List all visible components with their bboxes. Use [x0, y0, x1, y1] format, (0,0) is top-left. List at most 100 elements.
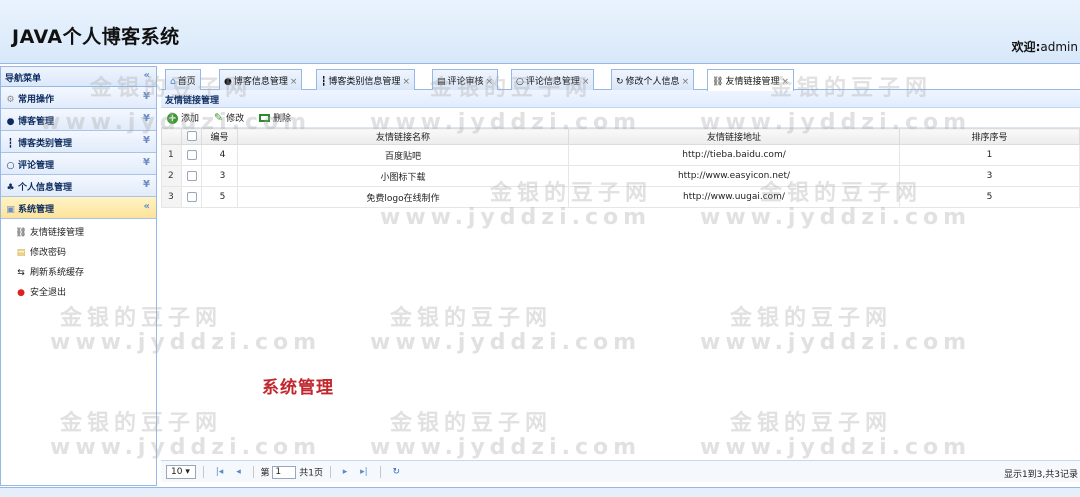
tab-label: 评论审核	[447, 77, 484, 87]
column-header-id[interactable]: 编号	[201, 128, 238, 145]
key-icon: ▤	[16, 248, 26, 258]
sidebar-section-system[interactable]: ▣ 系统管理 «	[1, 197, 156, 219]
select-all-checkbox[interactable]	[181, 128, 202, 145]
row-checkbox[interactable]	[181, 144, 202, 166]
sidebar-section-blog[interactable]: ● 博客管理 ¥	[1, 109, 156, 131]
tab-edit-profile[interactable]: ↻ 修改个人信息 ×	[611, 69, 695, 90]
sidebar-section-common[interactable]: ⚙ 常用操作 ¥	[1, 87, 156, 109]
next-page-icon[interactable]: ▸	[343, 467, 348, 477]
pagination-bar: 10 ▾ |◂ ◂ 第 1 共1页 ▸ ▸| ↻ 显示1到3,共3记录	[161, 460, 1080, 482]
table-row[interactable]: 3 5 免费logo在线制作 http://www.uugai.com/ 5	[161, 186, 1080, 208]
close-icon[interactable]: ×	[682, 77, 690, 87]
row-checkbox[interactable]	[181, 165, 202, 187]
collapse-sidebar-icon[interactable]: «	[144, 70, 150, 81]
user-icon: ♣	[6, 183, 15, 193]
close-icon[interactable]: ×	[582, 77, 590, 87]
cell-id: 3	[201, 165, 238, 187]
tab-comment-review[interactable]: ▤ 评论审核 ×	[432, 69, 499, 90]
sidebar-title: 导航菜单	[5, 74, 42, 84]
panel-title: 友情链接管理	[161, 90, 1080, 108]
blog-icon: ●	[6, 117, 15, 127]
delete-button[interactable]: 删除	[259, 111, 291, 124]
tab-home[interactable]: ⌂ 首页	[165, 69, 201, 90]
sidebar-item-friend-links[interactable]: ⛓ 友情链接管理	[15, 225, 156, 245]
pager-divider	[252, 466, 254, 478]
close-icon[interactable]: ×	[781, 77, 789, 87]
sidebar-header: 导航菜单 «	[1, 67, 156, 87]
chevron-down-icon: ¥	[143, 179, 150, 190]
pager-info: 显示1到3,共3记录	[1003, 470, 1078, 480]
overlay-caption: 系统管理	[262, 378, 334, 398]
comment-icon: ○	[6, 161, 15, 171]
sidebar-section-label: 个人信息管理	[18, 183, 73, 193]
sidebar-section-comment[interactable]: ○ 评论管理 ¥	[1, 153, 156, 175]
row-checkbox[interactable]	[181, 186, 202, 208]
sidebar-item-label: 刷新系统缓存	[30, 268, 85, 278]
sidebar-section-label: 博客管理	[18, 117, 55, 127]
cell-url: http://www.uugai.com/	[568, 186, 900, 208]
sidebar-section-category[interactable]: ┇ 博客类别管理 ¥	[1, 131, 156, 153]
tab-blog-category[interactable]: ┇ 博客类别信息管理 ×	[316, 69, 415, 90]
tab-bar: ⌂ 首页 ● 博客信息管理 × ┇ 博客类别信息管理 × ▤ 评论审核 × ○ 评论信息管理 × …	[161, 66, 1080, 91]
cell-order: 5	[899, 186, 1080, 208]
sidebar: 导航菜单 « ⚙ 常用操作 ¥ ● 博客管理 ¥ ┇ 博客类别管理 ¥ ○ 评论管理 ¥…	[0, 66, 157, 486]
close-icon[interactable]: ×	[402, 77, 410, 87]
cell-name: 免费logo在线制作	[237, 186, 569, 208]
close-icon[interactable]: ×	[486, 77, 494, 87]
close-icon[interactable]: ×	[290, 77, 298, 87]
pager-divider	[329, 466, 331, 478]
tab-comment-info[interactable]: ○ 评论信息管理 ×	[511, 69, 595, 90]
refresh-icon: ↻	[616, 77, 624, 87]
pager-divider	[379, 466, 381, 478]
row-number: 1	[161, 144, 182, 166]
system-submenu: ⛓ 友情链接管理 ▤ 修改密码 ⇆ 刷新系统缓存 ● 安全退出	[1, 219, 156, 305]
refresh-icon: ⇆	[17, 268, 25, 278]
tab-friend-links[interactable]: ⛓ 友情链接管理 ×	[707, 69, 794, 91]
blog-icon: ●	[224, 77, 232, 87]
rownum-header	[161, 128, 182, 145]
edit-label: 修改	[226, 114, 245, 124]
link-icon: ⛓	[712, 77, 724, 87]
sidebar-item-logout[interactable]: ● 安全退出	[15, 285, 156, 305]
last-page-icon[interactable]: ▸|	[360, 467, 368, 477]
cell-id: 5	[201, 186, 238, 208]
pager-divider	[202, 466, 204, 478]
tab-blog-info[interactable]: ● 博客信息管理 ×	[219, 69, 303, 90]
sidebar-item-change-password[interactable]: ▤ 修改密码	[15, 245, 156, 265]
page-label-after: 共1页	[299, 468, 323, 479]
sidebar-section-profile[interactable]: ♣ 个人信息管理 ¥	[1, 175, 156, 197]
table-row[interactable]: 2 3 小图标下载 http://www.easyicon.net/ 3	[161, 165, 1080, 187]
chevron-down-icon: ¥	[143, 91, 150, 102]
tab-label: 博客类别信息管理	[328, 77, 401, 87]
username: admin	[1040, 40, 1078, 54]
sidebar-section-label: 博客类别管理	[18, 139, 73, 149]
page-number-input[interactable]: 1	[272, 465, 297, 479]
column-header-url[interactable]: 友情链接地址	[568, 128, 900, 145]
add-button[interactable]: + 添加	[167, 111, 199, 124]
welcome-label: 欢迎:	[1011, 40, 1041, 54]
first-page-icon[interactable]: |◂	[216, 467, 224, 477]
sidebar-item-refresh-cache[interactable]: ⇆ 刷新系统缓存	[15, 265, 156, 285]
table-row[interactable]: 1 4 百度贴吧 http://tieba.baidu.com/ 1	[161, 144, 1080, 166]
column-header-name[interactable]: 友情链接名称	[237, 128, 569, 145]
footer-bar	[0, 487, 1080, 497]
sidebar-section-label: 评论管理	[18, 161, 55, 171]
tab-label: 博客信息管理	[233, 77, 288, 87]
table-header-row: 编号 友情链接名称 友情链接地址 排序序号	[161, 128, 1080, 145]
column-header-order[interactable]: 排序序号	[899, 128, 1080, 145]
sidebar-item-label: 安全退出	[30, 288, 67, 298]
chevron-down-icon: ¥	[143, 135, 150, 146]
delete-icon	[259, 114, 270, 122]
page-size-select[interactable]: 10 ▾	[166, 465, 196, 479]
page-label-before: 第	[260, 468, 270, 479]
chevron-down-icon: ¥	[143, 113, 150, 124]
tab-label: 修改个人信息	[625, 77, 680, 87]
edit-button[interactable]: ✎ 修改	[214, 111, 244, 124]
reload-icon[interactable]: ↻	[392, 467, 400, 477]
welcome-text: 欢迎:admin	[1012, 38, 1078, 55]
sidebar-section-label: 常用操作	[18, 95, 55, 105]
delete-label: 删除	[273, 114, 292, 124]
prev-page-icon[interactable]: ◂	[236, 467, 241, 477]
cell-name: 小图标下载	[237, 165, 569, 187]
chevron-down-icon: ¥	[143, 157, 150, 168]
